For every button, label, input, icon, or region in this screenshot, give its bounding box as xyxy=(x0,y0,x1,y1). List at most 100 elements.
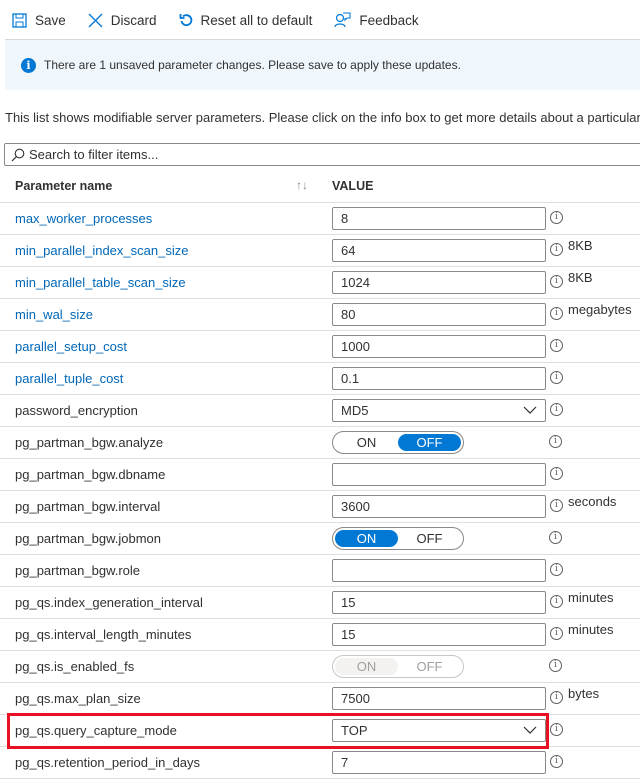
table-row: pg_partman_bgw.jobmon ON OFF i xyxy=(0,523,640,555)
reset-all-button[interactable]: Reset all to default xyxy=(179,12,313,28)
save-button[interactable]: Save xyxy=(12,13,66,28)
info-icon[interactable]: i xyxy=(550,499,563,512)
unit-label: bytes xyxy=(568,686,600,701)
undo-icon xyxy=(179,14,192,27)
table-row: pg_partman_bgw.interval 3600 i seconds xyxy=(0,491,640,523)
feedback-label: Feedback xyxy=(359,12,419,28)
info-icon[interactable]: i xyxy=(550,307,563,320)
parameter-value-input[interactable]: 64 xyxy=(332,239,546,262)
close-icon xyxy=(88,13,103,27)
selected-value: MD5 xyxy=(341,403,369,418)
unit-label: 8KB xyxy=(568,270,593,285)
toggle-on-option: ON xyxy=(335,658,398,675)
parameter-name: pg_partman_bgw.jobmon xyxy=(15,531,161,546)
parameter-value-input[interactable]: 0.1 xyxy=(332,367,546,390)
column-header-value: VALUE xyxy=(332,179,374,193)
parameter-name[interactable]: min_parallel_table_scan_size xyxy=(15,275,186,290)
info-icon[interactable]: i xyxy=(550,339,563,352)
parameter-name: pg_partman_bgw.dbname xyxy=(15,467,166,482)
parameter-value-input[interactable] xyxy=(332,559,546,582)
parameter-value-input[interactable] xyxy=(332,463,546,486)
info-icon[interactable]: i xyxy=(550,627,563,640)
search-input[interactable] xyxy=(29,147,589,162)
parameter-name[interactable]: min_wal_size xyxy=(15,307,93,322)
unit-label: minutes xyxy=(568,622,614,637)
unit-label: 8KB xyxy=(568,238,593,253)
search-icon xyxy=(11,148,25,161)
parameter-name: pg_qs.retention_period_in_days xyxy=(15,755,201,770)
table-row: password_encryption MD5 i xyxy=(0,395,640,427)
info-icon[interactable]: i xyxy=(550,403,563,416)
feedback-button[interactable]: Feedback xyxy=(334,12,419,28)
parameter-value-select[interactable]: TOP xyxy=(332,719,546,742)
table-row: parallel_tuple_cost 0.1 i xyxy=(0,363,640,395)
info-icon[interactable]: i xyxy=(550,755,563,768)
feedback-icon xyxy=(334,12,351,28)
info-icon[interactable]: i xyxy=(550,275,563,288)
table-row: min_parallel_index_scan_size 64 i 8KB xyxy=(0,235,640,267)
unsaved-changes-banner: i There are 1 unsaved parameter changes.… xyxy=(5,39,640,90)
parameter-name: pg_qs.interval_length_minutes xyxy=(15,627,192,642)
chevron-down-icon xyxy=(523,406,537,414)
save-label: Save xyxy=(35,12,66,28)
unit-label: minutes xyxy=(568,590,614,605)
parameter-value-select[interactable]: MD5 xyxy=(332,399,546,422)
table-row: pg_qs.is_enabled_fs ON OFF i xyxy=(0,651,640,683)
parameter-toggle[interactable]: ON OFF xyxy=(332,431,464,454)
info-icon[interactable]: i xyxy=(550,243,563,256)
info-icon[interactable]: i xyxy=(549,531,562,544)
parameter-value-input[interactable]: 15 xyxy=(332,591,546,614)
parameter-name: pg_partman_bgw.role xyxy=(15,563,141,578)
search-box[interactable] xyxy=(4,143,640,166)
table-row: pg_partman_bgw.analyze ON OFF i xyxy=(0,427,640,459)
parameter-value-input[interactable]: 80 xyxy=(332,303,546,326)
info-icon[interactable]: i xyxy=(549,435,562,448)
toggle-on-option[interactable]: ON xyxy=(335,530,398,547)
toolbar: Save Discard Reset all to default Feedba… xyxy=(0,0,640,40)
save-icon xyxy=(12,12,27,28)
info-icon[interactable]: i xyxy=(550,691,563,704)
discard-button[interactable]: Discard xyxy=(88,13,157,28)
info-icon[interactable]: i xyxy=(549,659,562,672)
column-header-parameter-name[interactable]: Parameter name xyxy=(15,179,112,193)
info-icon[interactable]: i xyxy=(550,467,563,480)
table-row: min_parallel_table_scan_size 1024 i 8KB xyxy=(0,267,640,299)
toggle-off-option[interactable]: OFF xyxy=(398,434,461,451)
chevron-down-icon xyxy=(523,726,537,734)
parameter-name[interactable]: parallel_tuple_cost xyxy=(15,371,123,386)
parameter-value-input[interactable]: 7500 xyxy=(332,687,546,710)
parameter-name: pg_qs.query_capture_mode xyxy=(15,723,177,738)
table-header: Parameter name ↑↓ VALUE xyxy=(0,170,640,203)
parameter-list: max_worker_processes 8 i min_parallel_index… xyxy=(0,203,640,779)
unit-label: seconds xyxy=(568,494,617,509)
table-row: pg_partman_bgw.dbname i xyxy=(0,459,640,491)
parameter-value-input[interactable]: 1024 xyxy=(332,271,546,294)
parameter-value-input[interactable]: 15 xyxy=(332,623,546,646)
parameter-value-input[interactable]: 3600 xyxy=(332,495,546,518)
toggle-off-option[interactable]: OFF xyxy=(398,530,461,547)
reset-label: Reset all to default xyxy=(200,12,313,28)
parameter-value-input[interactable]: 7 xyxy=(332,751,546,774)
parameter-name[interactable]: max_worker_processes xyxy=(15,211,152,226)
toggle-on-option[interactable]: ON xyxy=(335,434,398,451)
table-row: min_wal_size 80 i megabytes xyxy=(0,299,640,331)
parameter-toggle[interactable]: ON OFF xyxy=(332,527,464,550)
discard-label: Discard xyxy=(110,12,157,28)
parameter-name: pg_partman_bgw.interval xyxy=(15,499,161,514)
parameter-name: pg_qs.max_plan_size xyxy=(15,691,141,706)
table-row: pg_qs.query_capture_mode TOP i xyxy=(0,715,640,747)
parameter-value-input[interactable]: 1000 xyxy=(332,335,546,358)
selected-value: TOP xyxy=(341,723,368,738)
sort-icon[interactable]: ↑↓ xyxy=(296,178,308,192)
table-row: parallel_setup_cost 1000 i xyxy=(0,331,640,363)
info-icon[interactable]: i xyxy=(550,211,563,224)
parameter-name[interactable]: parallel_setup_cost xyxy=(15,339,127,354)
info-icon[interactable]: i xyxy=(550,563,563,576)
unit-label: megabytes xyxy=(568,302,632,317)
info-icon[interactable]: i xyxy=(550,723,563,736)
parameter-value-input[interactable]: 8 xyxy=(332,207,546,230)
info-icon[interactable]: i xyxy=(550,595,563,608)
info-icon[interactable]: i xyxy=(550,371,563,384)
parameter-name: password_encryption xyxy=(15,403,138,418)
parameter-name[interactable]: min_parallel_index_scan_size xyxy=(15,243,188,258)
